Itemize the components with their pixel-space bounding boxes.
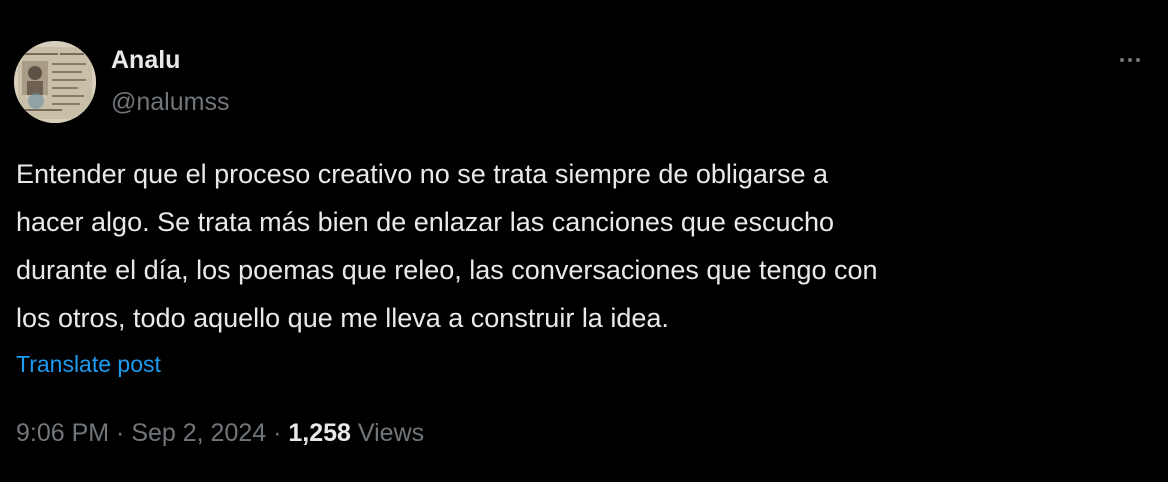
tweet-date[interactable]: Sep 2, 2024 [131, 419, 266, 447]
tweet-time[interactable]: 9:06 PM [16, 419, 109, 447]
views-label: Views [357, 419, 425, 447]
author-display-name[interactable]: Analu [111, 44, 229, 76]
more-dot-icon [1120, 58, 1124, 62]
author-handle[interactable]: @nalumss [111, 86, 229, 118]
meta-separator: · [109, 419, 132, 447]
views-count[interactable]: 1,258 [288, 419, 351, 447]
avatar[interactable] [14, 41, 96, 123]
more-options-button[interactable] [1112, 48, 1148, 72]
author-block: Analu @nalumss [111, 44, 229, 118]
translate-post-link[interactable]: Translate post [16, 348, 161, 380]
meta-separator: · [266, 419, 289, 447]
profile-photo-icon [14, 41, 96, 123]
tweet-meta: 9:06 PM · Sep 2, 2024 · 1,258 Views [16, 416, 424, 450]
tweet: Analu @nalumss Entender que el proceso c… [0, 0, 1168, 482]
tweet-text: Entender que el proceso creativo no se t… [16, 159, 878, 333]
more-dot-icon [1128, 58, 1132, 62]
more-dot-icon [1136, 58, 1140, 62]
